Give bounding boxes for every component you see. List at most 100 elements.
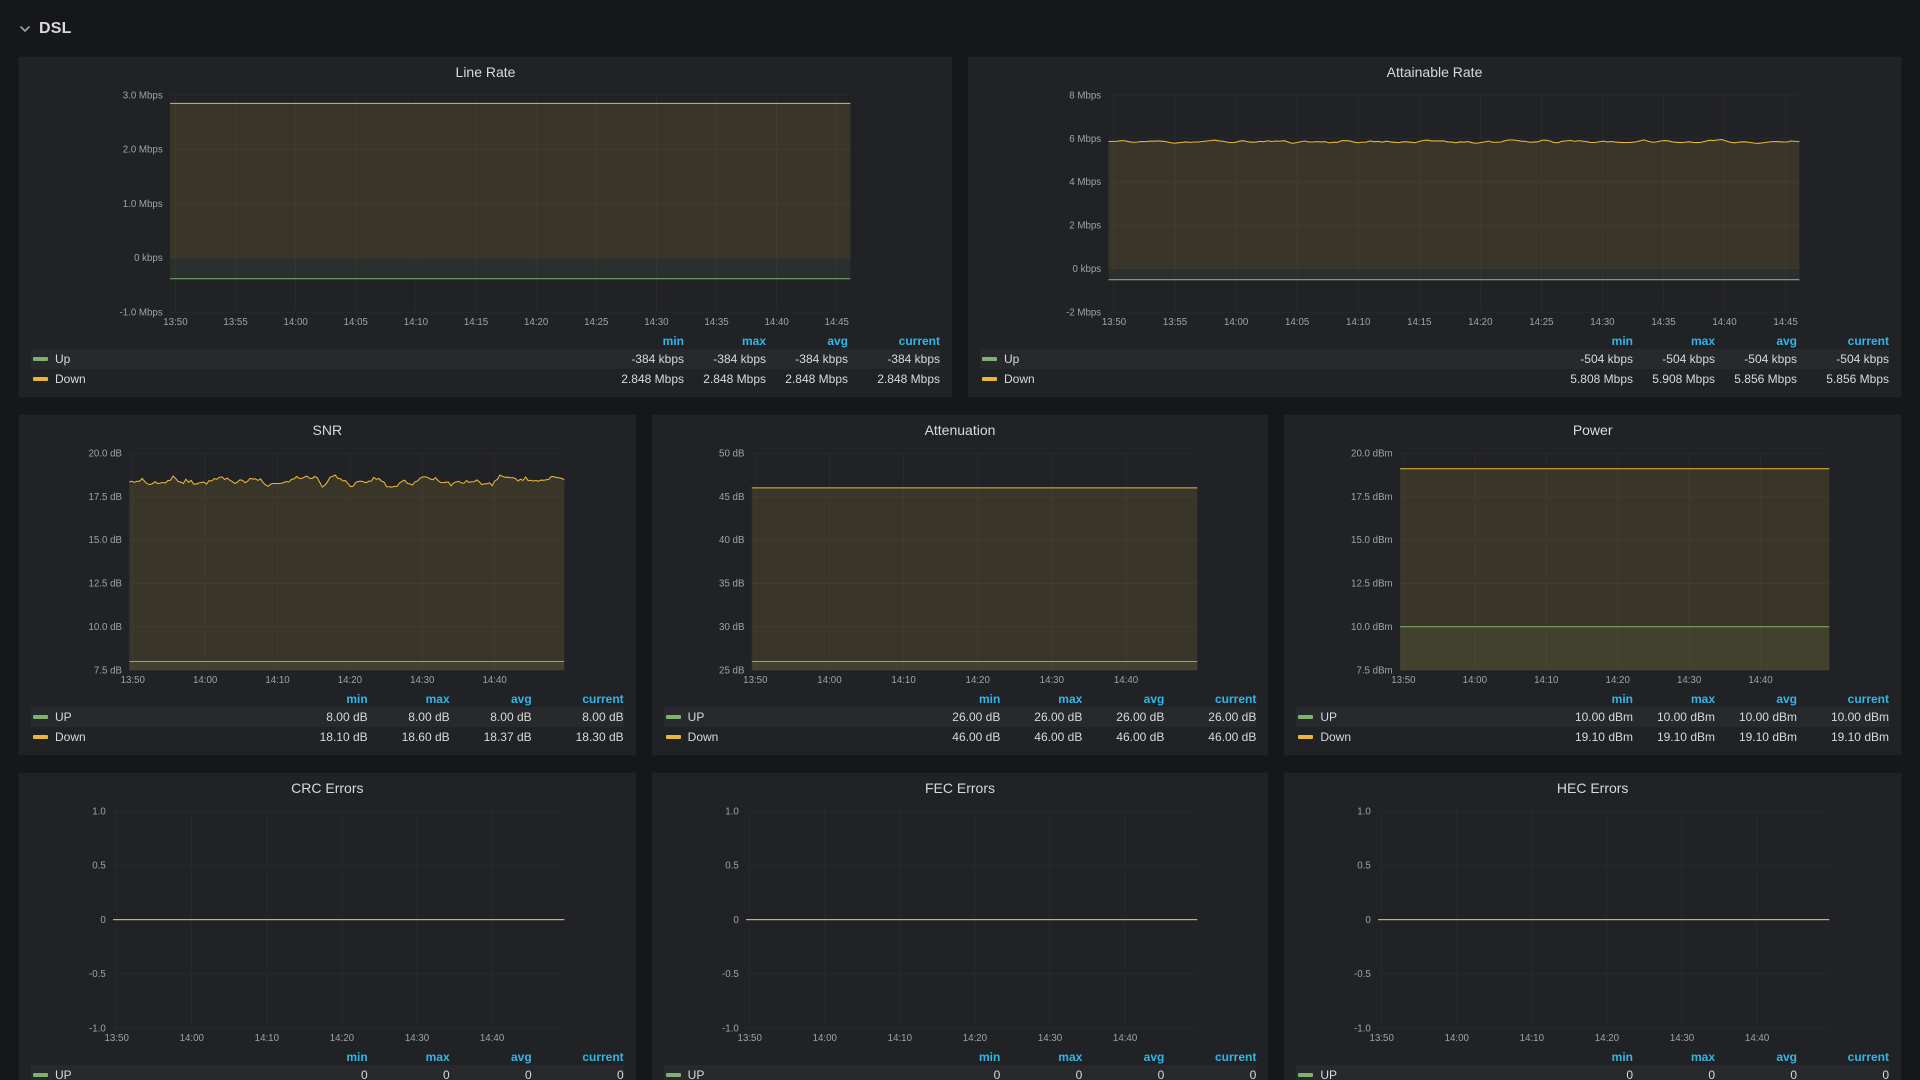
legend-header-row: minmaxavgcurrent (31, 1048, 624, 1065)
legend-sort-min[interactable]: min (1551, 692, 1633, 706)
legend-series-toggle[interactable]: UP (31, 710, 286, 724)
row-header-dsl[interactable]: DSL (18, 12, 1902, 46)
legend-series-name: UP (1320, 710, 1337, 724)
panel-title[interactable]: SNR (23, 415, 632, 445)
legend-row: Up-384 kbps-384 kbps-384 kbps-384 kbps (31, 349, 940, 369)
svg-text:14:00: 14:00 (812, 1033, 837, 1044)
chart-area: 50 dB45 dB40 dB35 dB30 dB25 dB13:5014:00… (656, 445, 1265, 688)
legend-series-name: Up (55, 352, 70, 366)
svg-text:14:30: 14:30 (1590, 317, 1615, 328)
legend-sort-max[interactable]: max (1633, 692, 1715, 706)
legend-series-name: Down (55, 730, 86, 744)
legend-sort-max[interactable]: max (1633, 1050, 1715, 1064)
time-series-chart[interactable]: 20.0 dBm17.5 dBm15.0 dBm12.5 dBm10.0 dBm… (1288, 445, 1897, 688)
legend-sort-current[interactable]: current (1797, 692, 1889, 706)
legend-series-toggle[interactable]: UP (1296, 1068, 1551, 1080)
legend-sort-min[interactable]: min (286, 1050, 368, 1064)
panel-title[interactable]: Attainable Rate (972, 57, 1897, 87)
time-series-chart[interactable]: 3.0 Mbps2.0 Mbps1.0 Mbps0 kbps-1.0 Mbps1… (23, 87, 948, 330)
legend-value: 2.848 Mbps (848, 372, 940, 386)
svg-text:13:50: 13:50 (1370, 1033, 1395, 1044)
legend-sort-current[interactable]: current (1164, 1050, 1256, 1064)
legend-sort-current[interactable]: current (1164, 692, 1256, 706)
panel-title[interactable]: Attenuation (656, 415, 1265, 445)
panel-hec-errors: HEC Errors 1.00.50-0.5-1.013:5014:0014:1… (1283, 772, 1902, 1080)
legend-sort-min[interactable]: min (1551, 334, 1633, 348)
legend-sort-avg[interactable]: avg (1715, 1050, 1797, 1064)
legend-sort-min[interactable]: min (918, 1050, 1000, 1064)
panel-title[interactable]: CRC Errors (23, 773, 632, 803)
panel-title[interactable]: Power (1288, 415, 1897, 445)
time-series-chart[interactable]: 8 Mbps6 Mbps4 Mbps2 Mbps0 kbps-2 Mbps13:… (972, 87, 1897, 330)
panel-fec-errors: FEC Errors 1.00.50-0.5-1.013:5014:0014:1… (651, 772, 1270, 1080)
svg-text:14:00: 14:00 (193, 675, 218, 686)
legend-sort-current[interactable]: current (848, 334, 940, 348)
legend-sort-avg[interactable]: avg (1715, 334, 1797, 348)
legend-series-name: UP (1320, 1068, 1337, 1080)
series-color-dash (33, 715, 48, 719)
legend-series-toggle[interactable]: Up (31, 352, 602, 366)
legend-sort-avg[interactable]: avg (1715, 692, 1797, 706)
time-series-chart[interactable]: 20.0 dB17.5 dB15.0 dB12.5 dB10.0 dB7.5 d… (23, 445, 632, 688)
time-series-chart[interactable]: 1.00.50-0.5-1.013:5014:0014:1014:2014:30… (23, 803, 632, 1046)
legend-sort-min[interactable]: min (602, 334, 684, 348)
legend-series-toggle[interactable]: UP (664, 1068, 919, 1080)
panel-snr: SNR 20.0 dB17.5 dB15.0 dB12.5 dB10.0 dB7… (18, 414, 637, 756)
panel-title[interactable]: HEC Errors (1288, 773, 1897, 803)
legend-series-toggle[interactable]: UP (1296, 710, 1551, 724)
legend-sort-max[interactable]: max (684, 334, 766, 348)
legend-sort-max[interactable]: max (1633, 334, 1715, 348)
legend-sort-max[interactable]: max (1000, 1050, 1082, 1064)
panel-title[interactable]: FEC Errors (656, 773, 1265, 803)
time-series-chart[interactable]: 1.00.50-0.5-1.013:5014:0014:1014:2014:30… (1288, 803, 1897, 1046)
legend-sort-avg[interactable]: avg (450, 692, 532, 706)
dashboard: DSL Line Rate 3.0 Mbps2.0 Mbps1.0 Mbps0 … (0, 0, 1920, 1080)
svg-text:14:40: 14:40 (1749, 675, 1774, 686)
svg-text:10.0 dB: 10.0 dB (88, 622, 122, 633)
panel-title[interactable]: Line Rate (23, 57, 948, 87)
legend-sort-min[interactable]: min (918, 692, 1000, 706)
legend-sort-current[interactable]: current (1797, 1050, 1889, 1064)
legend-series-toggle[interactable]: UP (664, 710, 919, 724)
legend-sort-avg[interactable]: avg (766, 334, 848, 348)
svg-text:0.5: 0.5 (92, 861, 106, 872)
legend-value: 10.00 dBm (1551, 710, 1633, 724)
legend-row: Up-504 kbps-504 kbps-504 kbps-504 kbps (980, 349, 1889, 369)
legend-series-name: Down (55, 372, 86, 386)
legend-header-row: minmaxavgcurrent (31, 690, 624, 707)
legend-series-toggle[interactable]: Down (664, 730, 919, 744)
legend-sort-avg[interactable]: avg (1082, 692, 1164, 706)
legend-sort-current[interactable]: current (532, 1050, 624, 1064)
legend-sort-min[interactable]: min (1551, 1050, 1633, 1064)
legend-sort-max[interactable]: max (368, 692, 450, 706)
legend-sort-min[interactable]: min (286, 692, 368, 706)
svg-text:14:20: 14:20 (330, 1033, 355, 1044)
legend-sort-current[interactable]: current (1797, 334, 1889, 348)
legend-value: 5.856 Mbps (1715, 372, 1797, 386)
legend-value: -384 kbps (848, 352, 940, 366)
svg-text:13:50: 13:50 (121, 675, 146, 686)
legend-row: Down5.808 Mbps5.908 Mbps5.856 Mbps5.856 … (980, 369, 1889, 389)
svg-text:13:50: 13:50 (743, 675, 768, 686)
time-series-chart[interactable]: 1.00.50-0.5-1.013:5014:0014:1014:2014:30… (656, 803, 1265, 1046)
legend-series-toggle[interactable]: Up (980, 352, 1551, 366)
svg-text:6 Mbps: 6 Mbps (1069, 134, 1101, 145)
legend-series-toggle[interactable]: Down (980, 372, 1551, 386)
legend-series-toggle[interactable]: UP (31, 1068, 286, 1080)
svg-text:14:35: 14:35 (1651, 317, 1675, 328)
legend-series-toggle[interactable]: Down (31, 730, 286, 744)
legend-value: 5.856 Mbps (1797, 372, 1889, 386)
legend-series-toggle[interactable]: Down (31, 372, 602, 386)
legend-sort-max[interactable]: max (1000, 692, 1082, 706)
svg-text:14:10: 14:10 (891, 675, 916, 686)
legend: minmaxavgcurrentUp-384 kbps-384 kbps-384… (23, 330, 948, 397)
legend-series-toggle[interactable]: Down (1296, 730, 1551, 744)
svg-text:14:35: 14:35 (704, 317, 728, 328)
legend-sort-avg[interactable]: avg (450, 1050, 532, 1064)
legend-sort-max[interactable]: max (368, 1050, 450, 1064)
legend-sort-current[interactable]: current (532, 692, 624, 706)
legend-sort-avg[interactable]: avg (1082, 1050, 1164, 1064)
time-series-chart[interactable]: 50 dB45 dB40 dB35 dB30 dB25 dB13:5014:00… (656, 445, 1265, 688)
svg-text:14:40: 14:40 (482, 675, 507, 686)
legend-row: UP8.00 dB8.00 dB8.00 dB8.00 dB (31, 707, 624, 727)
